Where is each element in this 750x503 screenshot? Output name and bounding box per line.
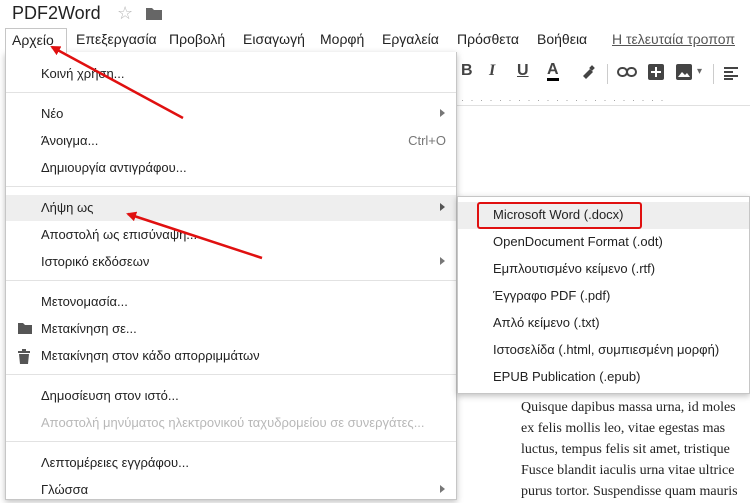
menu-item-label: Κοινή χρήση... [41,66,125,81]
menu-item-label: Λεπτομέρειες εγγράφου... [41,455,189,470]
submenu-arrow-icon [440,203,445,211]
highlight-icon[interactable] [580,64,596,80]
comment-add-icon[interactable] [647,63,665,81]
menu-item-doc-details[interactable]: Λεπτομέρειες εγγράφου... [6,450,456,476]
submenu-item-label: EPUB Publication (.epub) [493,369,641,384]
menu-help[interactable]: Βοήθεια [537,31,587,47]
doc-paragraph-line: luctus, tempus felis sit amet, tristique [521,442,730,457]
download-html[interactable]: Ιστοσελίδα (.html, συμπιεσμένη μορφή) [458,337,749,364]
download-pdf[interactable]: Έγγραφο PDF (.pdf) [458,283,749,310]
menu-format[interactable]: Μορφή [320,31,364,47]
doc-paragraph-line: Fusce blandit iaculis urna vitae ultrice [521,463,735,478]
menu-item-label: Μετακίνηση στον κάδο απορριμμάτων [41,348,260,363]
submenu-item-label: Απλό κείμενο (.txt) [493,315,600,330]
annotation-highlight-box [477,202,642,229]
menu-item-label: Μετονομασία... [41,294,128,309]
menu-item-make-copy[interactable]: Δημιουργία αντιγράφου... [6,155,456,181]
menu-divider [6,92,456,93]
submenu-arrow-icon [440,109,445,117]
menu-item-move-to-trash[interactable]: Μετακίνηση στον κάδο απορριμμάτων [6,343,456,369]
ruler-ticks: · · · · · · · · · · · · · · · · · · · · … [461,95,666,105]
menu-divider [6,186,456,187]
image-icon[interactable] [675,63,693,81]
menu-item-label: Μετακίνηση σε... [41,321,137,336]
menu-item-label: Νέο [41,106,64,121]
align-left-icon[interactable] [723,66,739,80]
menu-item-email-collaborators: Αποστολή μηνύματος ηλεκτρονικού ταχυδρομ… [6,410,456,436]
menu-item-email-attachment[interactable]: Αποστολή ως επισύναψη... [6,222,456,248]
link-icon[interactable] [617,66,637,78]
menu-item-download-as[interactable]: Λήψη ως [6,195,456,221]
menu-item-label: Άνοιγμα... [41,133,99,148]
download-txt[interactable]: Απλό κείμενο (.txt) [458,310,749,337]
menu-file-label: Αρχείο [12,32,54,48]
star-icon[interactable]: ☆ [117,3,133,24]
toolbar-divider [607,64,608,84]
toolbar: B I U A ▾ [455,58,750,88]
doc-paragraph-line: Quisque dapibus massa urna, id moles [521,400,736,415]
menu-item-label: Δημοσίευση στον ιστό... [41,388,179,403]
submenu-item-label: Έγγραφο PDF (.pdf) [493,288,611,303]
menu-item-label: Αποστολή ως επισύναψη... [41,227,198,242]
document-title[interactable]: PDF2Word [12,3,101,24]
underline-button[interactable]: U [517,62,529,80]
italic-button[interactable]: I [489,62,495,80]
file-menu-dropdown: Κοινή χρήση... Νέο Άνοιγμα... Ctrl+O Δημ… [5,52,457,500]
download-odt[interactable]: OpenDocument Format (.odt) [458,229,749,256]
menu-file[interactable]: Αρχείο [5,28,67,53]
menu-item-label: Αποστολή μηνύματος ηλεκτρονικού ταχυδρομ… [41,415,425,430]
menu-item-share[interactable]: Κοινή χρήση... [6,61,456,87]
menu-divider [6,280,456,281]
submenu-item-label: Εμπλουτισμένο κείμενο (.rtf) [493,261,656,276]
menu-edit[interactable]: Επεξεργασία [76,31,157,47]
menu-item-new[interactable]: Νέο [6,101,456,127]
last-edit-link[interactable]: Η τελευταία τροποπ [612,31,735,47]
menu-bar: Επεξεργασία Προβολή Εισαγωγή Μορφή Εργαλ… [0,28,750,52]
menu-item-label: Ιστορικό εκδόσεων [41,254,150,269]
shortcut-label: Ctrl+O [408,133,446,148]
ruler[interactable]: · · · · · · · · · · · · · · · · · · · · … [455,92,750,106]
menu-divider [6,374,456,375]
menu-insert[interactable]: Εισαγωγή [243,31,305,47]
submenu-arrow-icon [440,485,445,493]
title-bar: PDF2Word ☆ [0,0,750,28]
menu-item-label: Γλώσσα [41,482,89,497]
menu-addons[interactable]: Πρόσθετα [457,31,519,47]
menu-item-label: Δημιουργία αντιγράφου... [41,160,187,175]
menu-tools[interactable]: Εργαλεία [382,31,439,47]
download-epub[interactable]: EPUB Publication (.epub) [458,364,749,391]
menu-divider [6,441,456,442]
bold-button[interactable]: B [461,62,473,80]
trash-icon [18,349,30,364]
doc-paragraph-line: ex felis mollis leo, vitae egestas mas [521,421,726,436]
menu-item-rename[interactable]: Μετονομασία... [6,289,456,315]
submenu-arrow-icon [440,257,445,265]
menu-item-move-to[interactable]: Μετακίνηση σε... [6,316,456,342]
download-rtf[interactable]: Εμπλουτισμένο κείμενο (.rtf) [458,256,749,283]
doc-paragraph-line: purus tortor. Suspendisse quam mauris [521,484,738,499]
menu-item-version-history[interactable]: Ιστορικό εκδόσεων [6,249,456,275]
menu-item-publish[interactable]: Δημοσίευση στον ιστό... [6,383,456,409]
submenu-item-label: OpenDocument Format (.odt) [493,234,663,249]
menu-item-label: Λήψη ως [41,200,94,215]
menu-item-language[interactable]: Γλώσσα [6,477,456,503]
submenu-item-label: Ιστοσελίδα (.html, συμπιεσμένη μορφή) [493,342,720,357]
text-color-button[interactable]: A [547,62,559,81]
menu-item-open[interactable]: Άνοιγμα... Ctrl+O [6,128,456,154]
folder-icon [18,323,32,334]
menu-view[interactable]: Προβολή [169,31,225,47]
toolbar-divider [713,64,714,84]
chevron-down-icon[interactable]: ▾ [697,66,702,77]
folder-icon[interactable] [145,6,163,21]
